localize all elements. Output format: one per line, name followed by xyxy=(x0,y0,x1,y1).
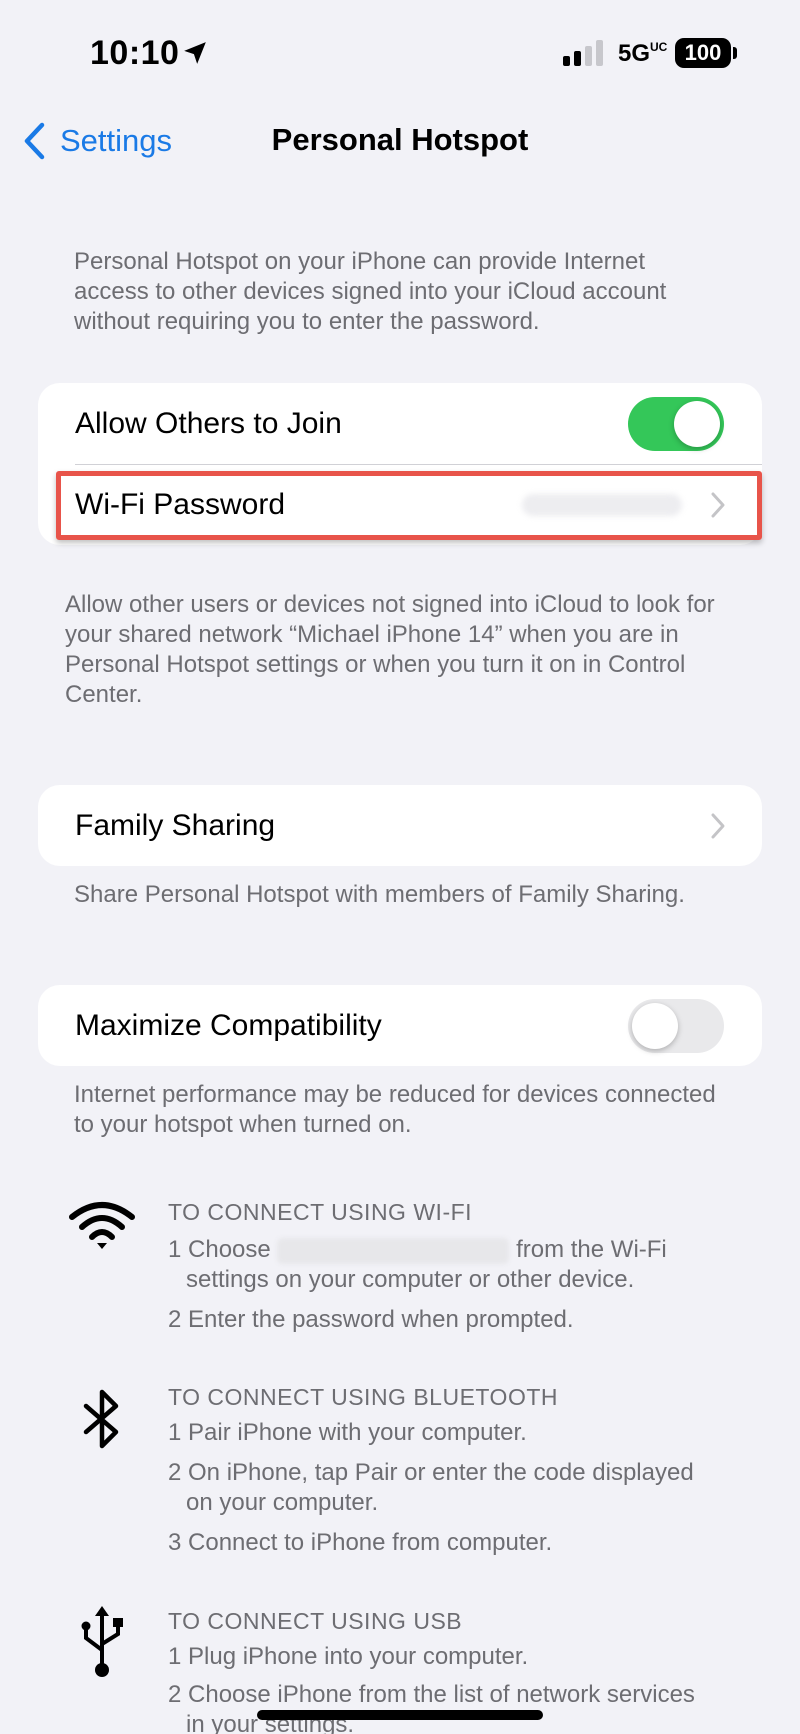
wifi-icon xyxy=(69,1202,135,1249)
family-sharing-row[interactable]: Family Sharing xyxy=(38,785,762,866)
bluetooth-step-1: 1 Pair iPhone with your computer. xyxy=(168,1419,527,1446)
usb-heading: TO CONNECT USING USB xyxy=(168,1608,463,1634)
page-title: Personal Hotspot xyxy=(271,122,529,157)
maximize-row[interactable]: Maximize Compatibility xyxy=(38,985,762,1066)
wifi-password-value xyxy=(522,494,682,516)
battery-indicator: 100 xyxy=(675,38,731,68)
maximize-toggle[interactable] xyxy=(628,999,724,1053)
usb-step-2: 2 Choose iPhone from the list of network… xyxy=(168,1681,695,1734)
status-bar: 10:10 5GUC 100 xyxy=(0,0,800,110)
intro-text: Personal Hotspot on your iPhone can prov… xyxy=(74,248,667,335)
toggle-knob xyxy=(632,1003,678,1049)
usb-icon xyxy=(81,1606,123,1677)
wifi-password-row[interactable]: Wi-Fi Password xyxy=(38,464,762,545)
network-type: 5GUC xyxy=(618,40,668,67)
home-indicator[interactable] xyxy=(257,1710,543,1720)
family-sharing-footnote: Share Personal Hotspot with members of F… xyxy=(74,881,685,908)
allow-others-row[interactable]: Allow Others to Join xyxy=(38,383,762,464)
status-time: 10:10 xyxy=(90,34,180,72)
wifi-step-1: 1 Choose from the Wi-Fi settings on your… xyxy=(168,1236,667,1293)
cellular-signal-icon xyxy=(563,40,603,66)
family-sharing-label: Family Sharing xyxy=(75,808,276,842)
bluetooth-step-2: 2 On iPhone, tap Pair or enter the code … xyxy=(168,1459,694,1516)
wifi-password-label: Wi-Fi Password xyxy=(75,487,286,521)
location-arrow-icon xyxy=(184,42,206,64)
maximize-group: Maximize Compatibility xyxy=(38,985,762,1066)
bluetooth-icon xyxy=(83,1389,119,1449)
join-group: Allow Others to Join Wi-Fi Password xyxy=(38,383,762,545)
battery-tip xyxy=(733,47,737,59)
allow-others-toggle[interactable] xyxy=(628,397,724,451)
bluetooth-step-3: 3 Connect to iPhone from computer. xyxy=(168,1529,553,1556)
wifi-step-2: 2 Enter the password when prompted. xyxy=(168,1306,574,1333)
network-name-redacted xyxy=(277,1237,510,1264)
usb-step-1: 1 Plug iPhone into your computer. xyxy=(168,1643,529,1670)
chevron-right-icon xyxy=(711,813,725,839)
navigation-bar: Settings Personal Hotspot xyxy=(0,110,800,172)
allow-others-label: Allow Others to Join xyxy=(75,406,342,440)
maximize-footnote: Internet performance may be reduced for … xyxy=(74,1081,716,1138)
family-sharing-group: Family Sharing xyxy=(38,785,762,866)
chevron-right-icon xyxy=(711,492,725,518)
maximize-label: Maximize Compatibility xyxy=(75,1008,382,1042)
toggle-knob xyxy=(674,401,720,447)
bluetooth-heading: TO CONNECT USING BLUETOOTH xyxy=(168,1384,558,1410)
wifi-heading: TO CONNECT USING WI-FI xyxy=(168,1199,473,1225)
join-footnote: Allow other users or devices not signed … xyxy=(65,591,715,708)
